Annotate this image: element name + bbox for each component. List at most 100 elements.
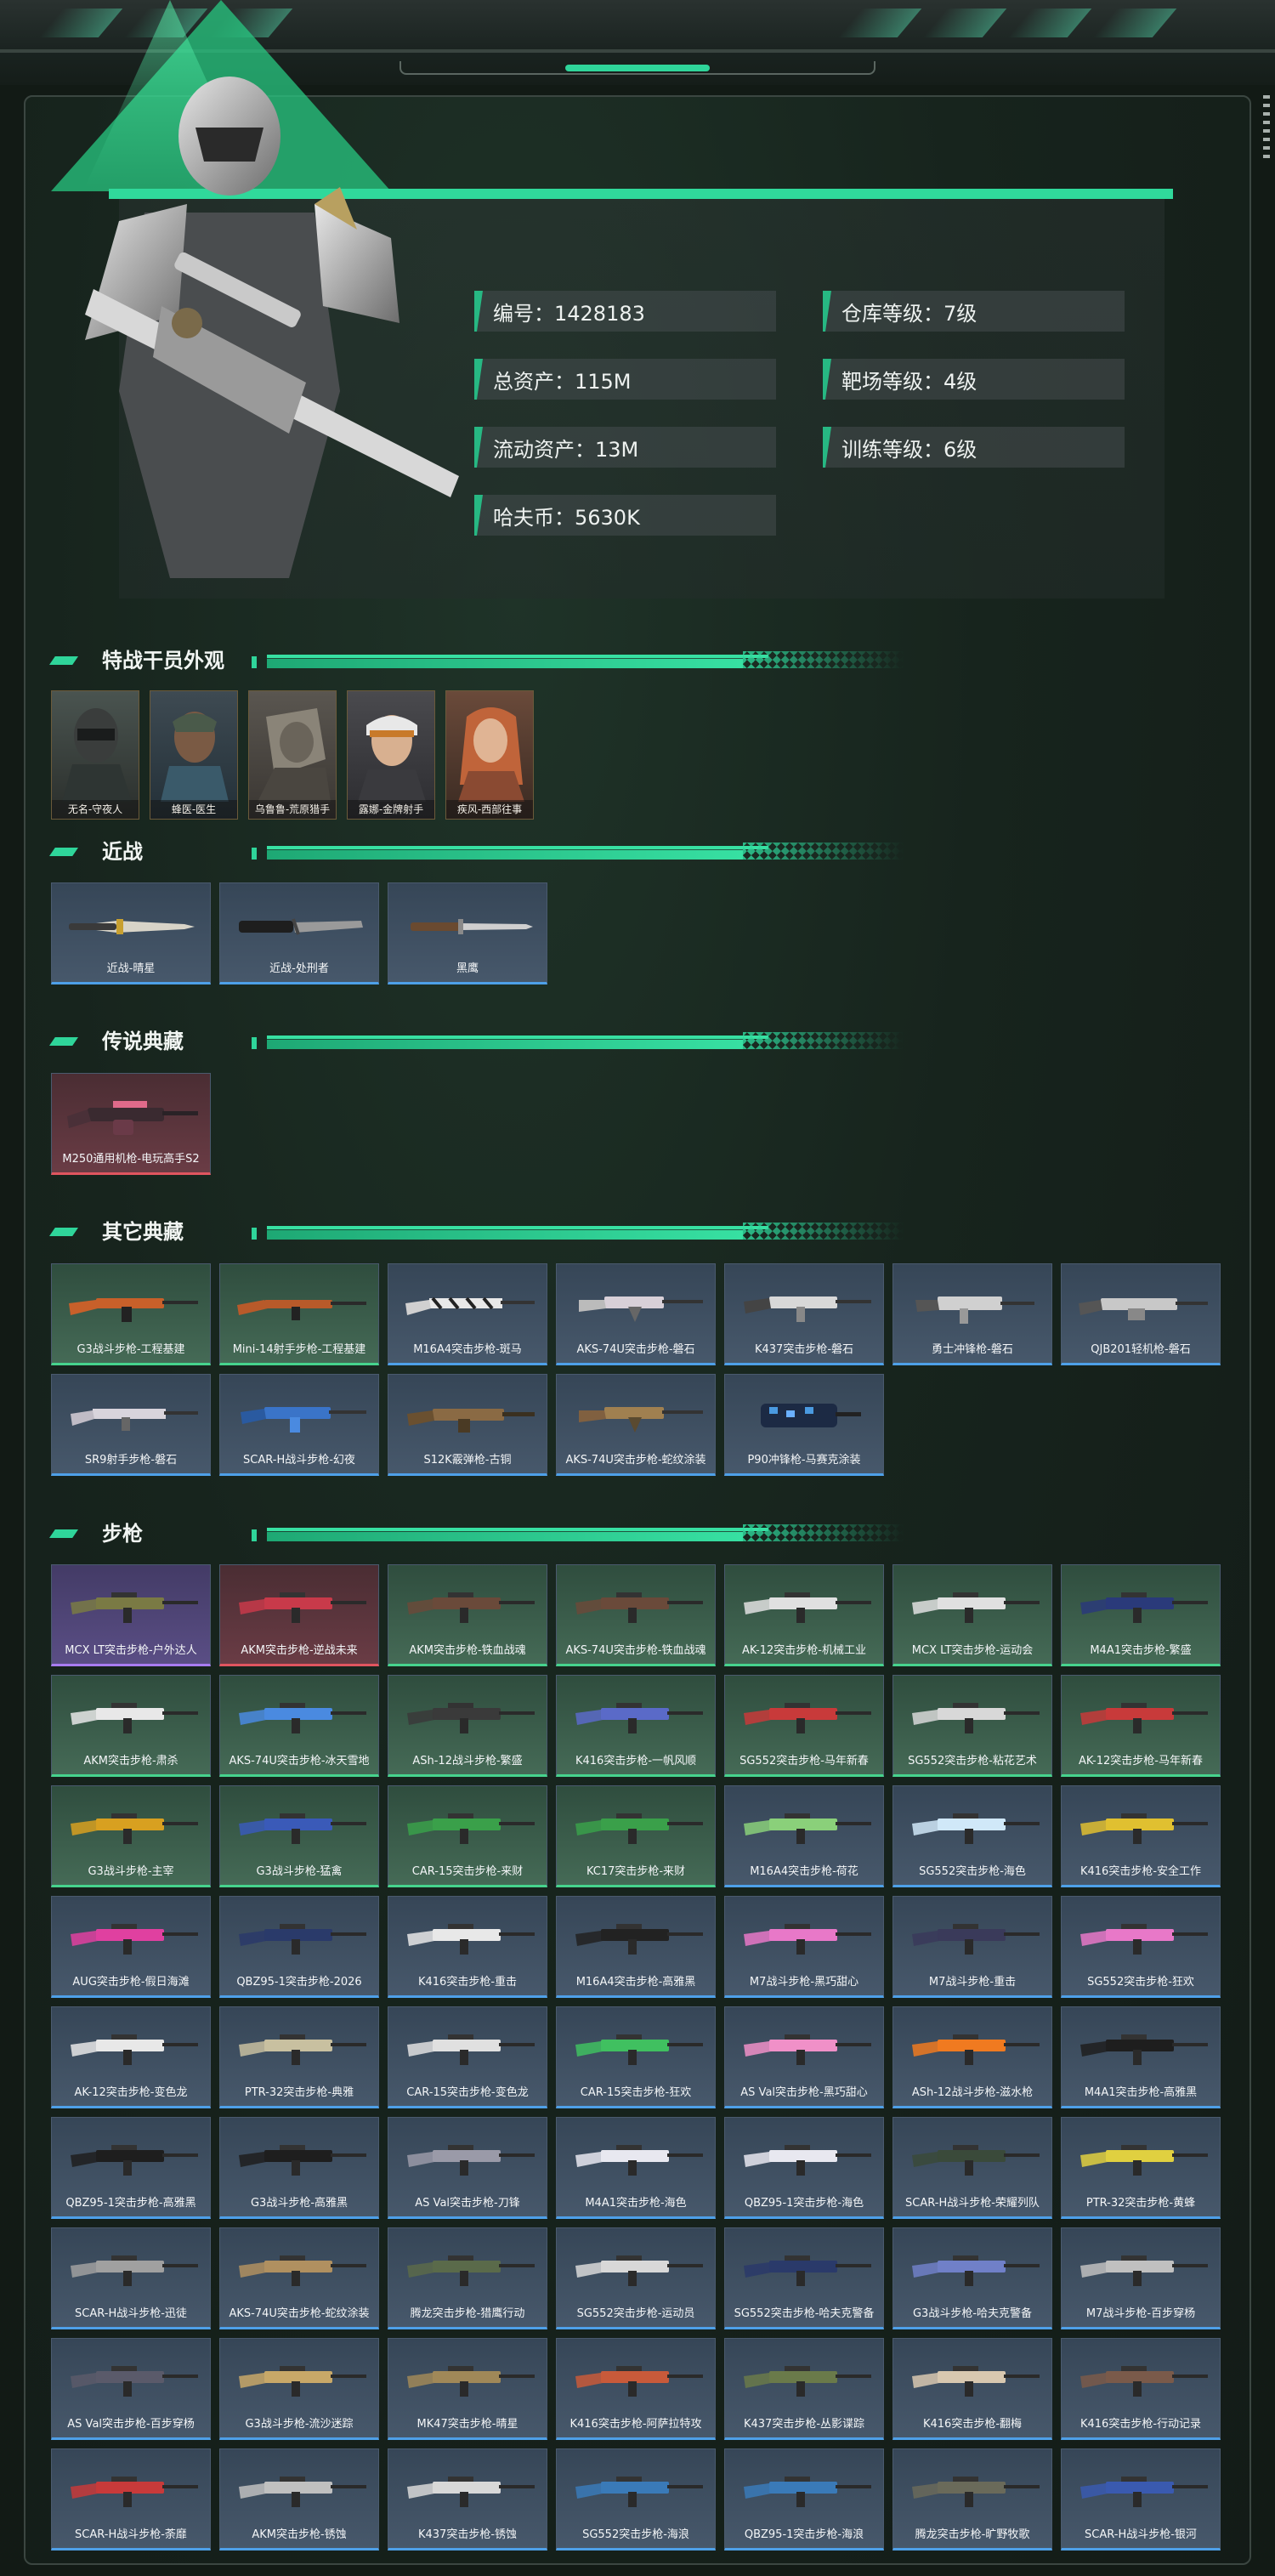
legendary-card[interactable]: M250通用机枪-电玩高手S2 bbox=[51, 1073, 211, 1175]
weapon-card[interactable]: CAR-15突击步枪-变色龙 bbox=[388, 2006, 547, 2108]
weapon-card[interactable]: K416突击步枪-一帆风顺 bbox=[556, 1675, 716, 1777]
weapon-card[interactable]: CAR-15突击步枪-来财 bbox=[388, 1785, 547, 1887]
weapon-card[interactable]: Mini-14射手步枪-工程基建 bbox=[219, 1263, 379, 1365]
weapon-card[interactable]: SCAR-H战斗步枪-迅徒 bbox=[51, 2227, 211, 2329]
melee-card[interactable]: 黑鹰 bbox=[388, 882, 547, 984]
weapon-card[interactable]: K437突击步枪-锈蚀 bbox=[388, 2448, 547, 2550]
melee-card[interactable]: 近战-处刑者 bbox=[219, 882, 379, 984]
weapon-card[interactable]: 腾龙突击步枪-猎鹰行动 bbox=[388, 2227, 547, 2329]
weapon-card[interactable]: SG552突击步枪-马年新春 bbox=[724, 1675, 884, 1777]
weapon-card[interactable]: AKS-74U突击步枪-蛇纹涂装 bbox=[556, 1374, 716, 1476]
weapon-card[interactable]: SG552突击步枪-运动员 bbox=[556, 2227, 716, 2329]
weapon-card[interactable]: MK47突击步枪-晴星 bbox=[388, 2338, 547, 2440]
weapon-card[interactable]: M16A4突击步枪-高雅黑 bbox=[556, 1896, 716, 1998]
weapon-card[interactable]: K437突击步枪-磐石 bbox=[724, 1263, 884, 1365]
weapon-card[interactable]: SG552突击步枪-粘花艺术 bbox=[892, 1675, 1052, 1777]
section-title: 传说典藏 bbox=[102, 1030, 184, 1053]
stat-liquid-assets: 流动资产：13M bbox=[474, 427, 776, 468]
operator-card[interactable]: 露娜-金牌射手 bbox=[347, 690, 435, 820]
item-label: M7战斗步枪-百步穿杨 bbox=[1085, 2307, 1196, 2320]
weapon-card[interactable]: QBZ95-1突击步枪-海浪 bbox=[724, 2448, 884, 2550]
weapon-card[interactable]: M4A1突击步枪-海色 bbox=[556, 2117, 716, 2219]
scroll-indicator[interactable] bbox=[1263, 95, 1270, 163]
weapon-card[interactable]: SCAR-H战斗步枪-幻夜 bbox=[219, 1374, 379, 1476]
weapon-card[interactable]: SG552突击步枪-哈夫克警备 bbox=[724, 2227, 884, 2329]
weapon-card[interactable]: AKM突击步枪-肃杀 bbox=[51, 1675, 211, 1777]
operator-card[interactable]: 无名-守夜人 bbox=[51, 690, 139, 820]
weapon-card[interactable]: CAR-15突击步枪-狂欢 bbox=[556, 2006, 716, 2108]
weapon-card[interactable]: M4A1突击步枪-繁盛 bbox=[1061, 1564, 1221, 1666]
item-label: 近战-晴星 bbox=[106, 962, 156, 975]
weapon-card[interactable]: ASh-12战斗步枪-繁盛 bbox=[388, 1675, 547, 1777]
item-label: K416突击步枪-翻梅 bbox=[922, 2418, 1023, 2431]
weapon-card[interactable]: G3战斗步枪-哈夫克警备 bbox=[892, 2227, 1052, 2329]
weapon-card[interactable]: QBZ95-1突击步枪-高雅黑 bbox=[51, 2117, 211, 2219]
weapon-card[interactable]: K416突击步枪-阿萨拉特攻 bbox=[556, 2338, 716, 2440]
weapon-card[interactable]: AS Val突击步枪-刀锋 bbox=[388, 2117, 547, 2219]
weapon-card[interactable]: M7战斗步枪-黑巧甜心 bbox=[724, 1896, 884, 1998]
rifle-icon bbox=[407, 1703, 535, 1733]
weapon-card[interactable]: G3战斗步枪-高雅黑 bbox=[219, 2117, 379, 2219]
weapon-card[interactable]: AK-12突击步枪-变色龙 bbox=[51, 2006, 211, 2108]
rifle-icon bbox=[1080, 2366, 1208, 2397]
item-label: AS Val突击步枪-百步穿杨 bbox=[67, 2418, 195, 2431]
weapon-card[interactable]: AKM突击步枪-铁血战魂 bbox=[388, 1564, 547, 1666]
weapon-card[interactable]: SG552突击步枪-狂欢 bbox=[1061, 1896, 1221, 1998]
item-label: K416突击步枪-重击 bbox=[417, 1976, 518, 1989]
weapon-card[interactable]: 勇士冲锋枪-磐石 bbox=[892, 1263, 1052, 1365]
weapon-card[interactable]: SG552突击步枪-海浪 bbox=[556, 2448, 716, 2550]
weapon-card[interactable]: G3战斗步枪-工程基建 bbox=[51, 1263, 211, 1365]
weapon-card[interactable]: AKS-74U突击步枪-铁血战魂 bbox=[556, 1564, 716, 1666]
weapon-card[interactable]: AKM突击步枪-锈蚀 bbox=[219, 2448, 379, 2550]
weapon-card[interactable]: K437突击步枪-丛影谍踪 bbox=[724, 2338, 884, 2440]
weapon-card[interactable]: P90冲锋枪-马赛克涂装 bbox=[724, 1374, 884, 1476]
weapon-card[interactable]: K416突击步枪-安全工作 bbox=[1061, 1785, 1221, 1887]
weapon-card[interactable]: M4A1突击步枪-高雅黑 bbox=[1061, 2006, 1221, 2108]
operator-portrait-icon bbox=[161, 712, 229, 802]
weapon-card[interactable]: KC17突击步枪-来财 bbox=[556, 1785, 716, 1887]
weapon-card[interactable]: M7战斗步枪-重击 bbox=[892, 1896, 1052, 1998]
weapon-card[interactable]: AS Val突击步枪-黑巧甜心 bbox=[724, 2006, 884, 2108]
header-checker bbox=[743, 843, 904, 860]
weapon-card[interactable]: SR9射手步枪-磐石 bbox=[51, 1374, 211, 1476]
operator-name: 露娜-金牌射手 bbox=[348, 800, 434, 819]
weapon-card[interactable]: QJB201轻机枪-磐石 bbox=[1061, 1263, 1221, 1365]
weapon-card[interactable]: K416突击步枪-行动记录 bbox=[1061, 2338, 1221, 2440]
weapon-card[interactable]: AKS-74U突击步枪-冰天雪地 bbox=[219, 1675, 379, 1777]
weapon-card[interactable]: AUG突击步枪-假日海滩 bbox=[51, 1896, 211, 1998]
weapon-card[interactable]: QBZ95-1突击步枪-2026 bbox=[219, 1896, 379, 1998]
weapon-card[interactable]: AKM突击步枪-逆战未来 bbox=[219, 1564, 379, 1666]
weapon-card[interactable]: ASh-12战斗步枪-滋水枪 bbox=[892, 2006, 1052, 2108]
weapon-card[interactable]: QBZ95-1突击步枪-海色 bbox=[724, 2117, 884, 2219]
weapon-card[interactable]: 腾龙突击步枪-旷野牧歌 bbox=[892, 2448, 1052, 2550]
weapon-card[interactable]: AK-12突击步枪-机械工业 bbox=[724, 1564, 884, 1666]
weapon-card[interactable]: S12K霰弹枪-古铜 bbox=[388, 1374, 547, 1476]
melee-card[interactable]: 近战-晴星 bbox=[51, 882, 211, 984]
rifle-icon bbox=[407, 1813, 535, 1844]
weapon-card[interactable]: K416突击步枪-重击 bbox=[388, 1896, 547, 1998]
operator-card[interactable]: 乌鲁鲁-荒原猎手 bbox=[248, 690, 337, 820]
operator-card[interactable]: 疾风-西部往事 bbox=[445, 690, 534, 820]
weapon-card[interactable]: SG552突击步枪-海色 bbox=[892, 1785, 1052, 1887]
weapon-card[interactable]: SCAR-H战斗步枪-荣耀列队 bbox=[892, 2117, 1052, 2219]
operator-portrait-icon bbox=[358, 715, 426, 802]
weapon-card[interactable]: G3战斗步枪-流沙迷踪 bbox=[219, 2338, 379, 2440]
weapon-card[interactable]: K416突击步枪-翻梅 bbox=[892, 2338, 1052, 2440]
weapon-card[interactable]: AK-12突击步枪-马年新春 bbox=[1061, 1675, 1221, 1777]
weapon-card[interactable]: MCX LT突击步枪-户外达人 bbox=[51, 1564, 211, 1666]
weapon-card[interactable]: SCAR-H战斗步枪-荼靡 bbox=[51, 2448, 211, 2550]
weapon-card[interactable]: AKS-74U突击步枪-磐石 bbox=[556, 1263, 716, 1365]
weapon-card[interactable]: G3战斗步枪-主宰 bbox=[51, 1785, 211, 1887]
weapon-card[interactable]: PTR-32突击步枪-典雅 bbox=[219, 2006, 379, 2108]
weapon-card[interactable]: M16A4突击步枪-斑马 bbox=[388, 1263, 547, 1365]
weapon-card[interactable]: MCX LT突击步枪-运动会 bbox=[892, 1564, 1052, 1666]
operator-card[interactable]: 蜂医-医生 bbox=[150, 690, 238, 820]
weapon-card[interactable]: AKS-74U突击步枪-蛇纹涂装 bbox=[219, 2227, 379, 2329]
weapon-card[interactable]: SCAR-H战斗步枪-银河 bbox=[1061, 2448, 1221, 2550]
weapon-card[interactable]: M16A4突击步枪-荷花 bbox=[724, 1785, 884, 1887]
weapon-card[interactable]: G3战斗步枪-猛禽 bbox=[219, 1785, 379, 1887]
item-label: AKS-74U突击步枪-冰天雪地 bbox=[229, 1755, 370, 1767]
weapon-card[interactable]: AS Val突击步枪-百步穿杨 bbox=[51, 2338, 211, 2440]
weapon-card[interactable]: PTR-32突击步枪-黄蜂 bbox=[1061, 2117, 1221, 2219]
weapon-card[interactable]: M7战斗步枪-百步穿杨 bbox=[1061, 2227, 1221, 2329]
